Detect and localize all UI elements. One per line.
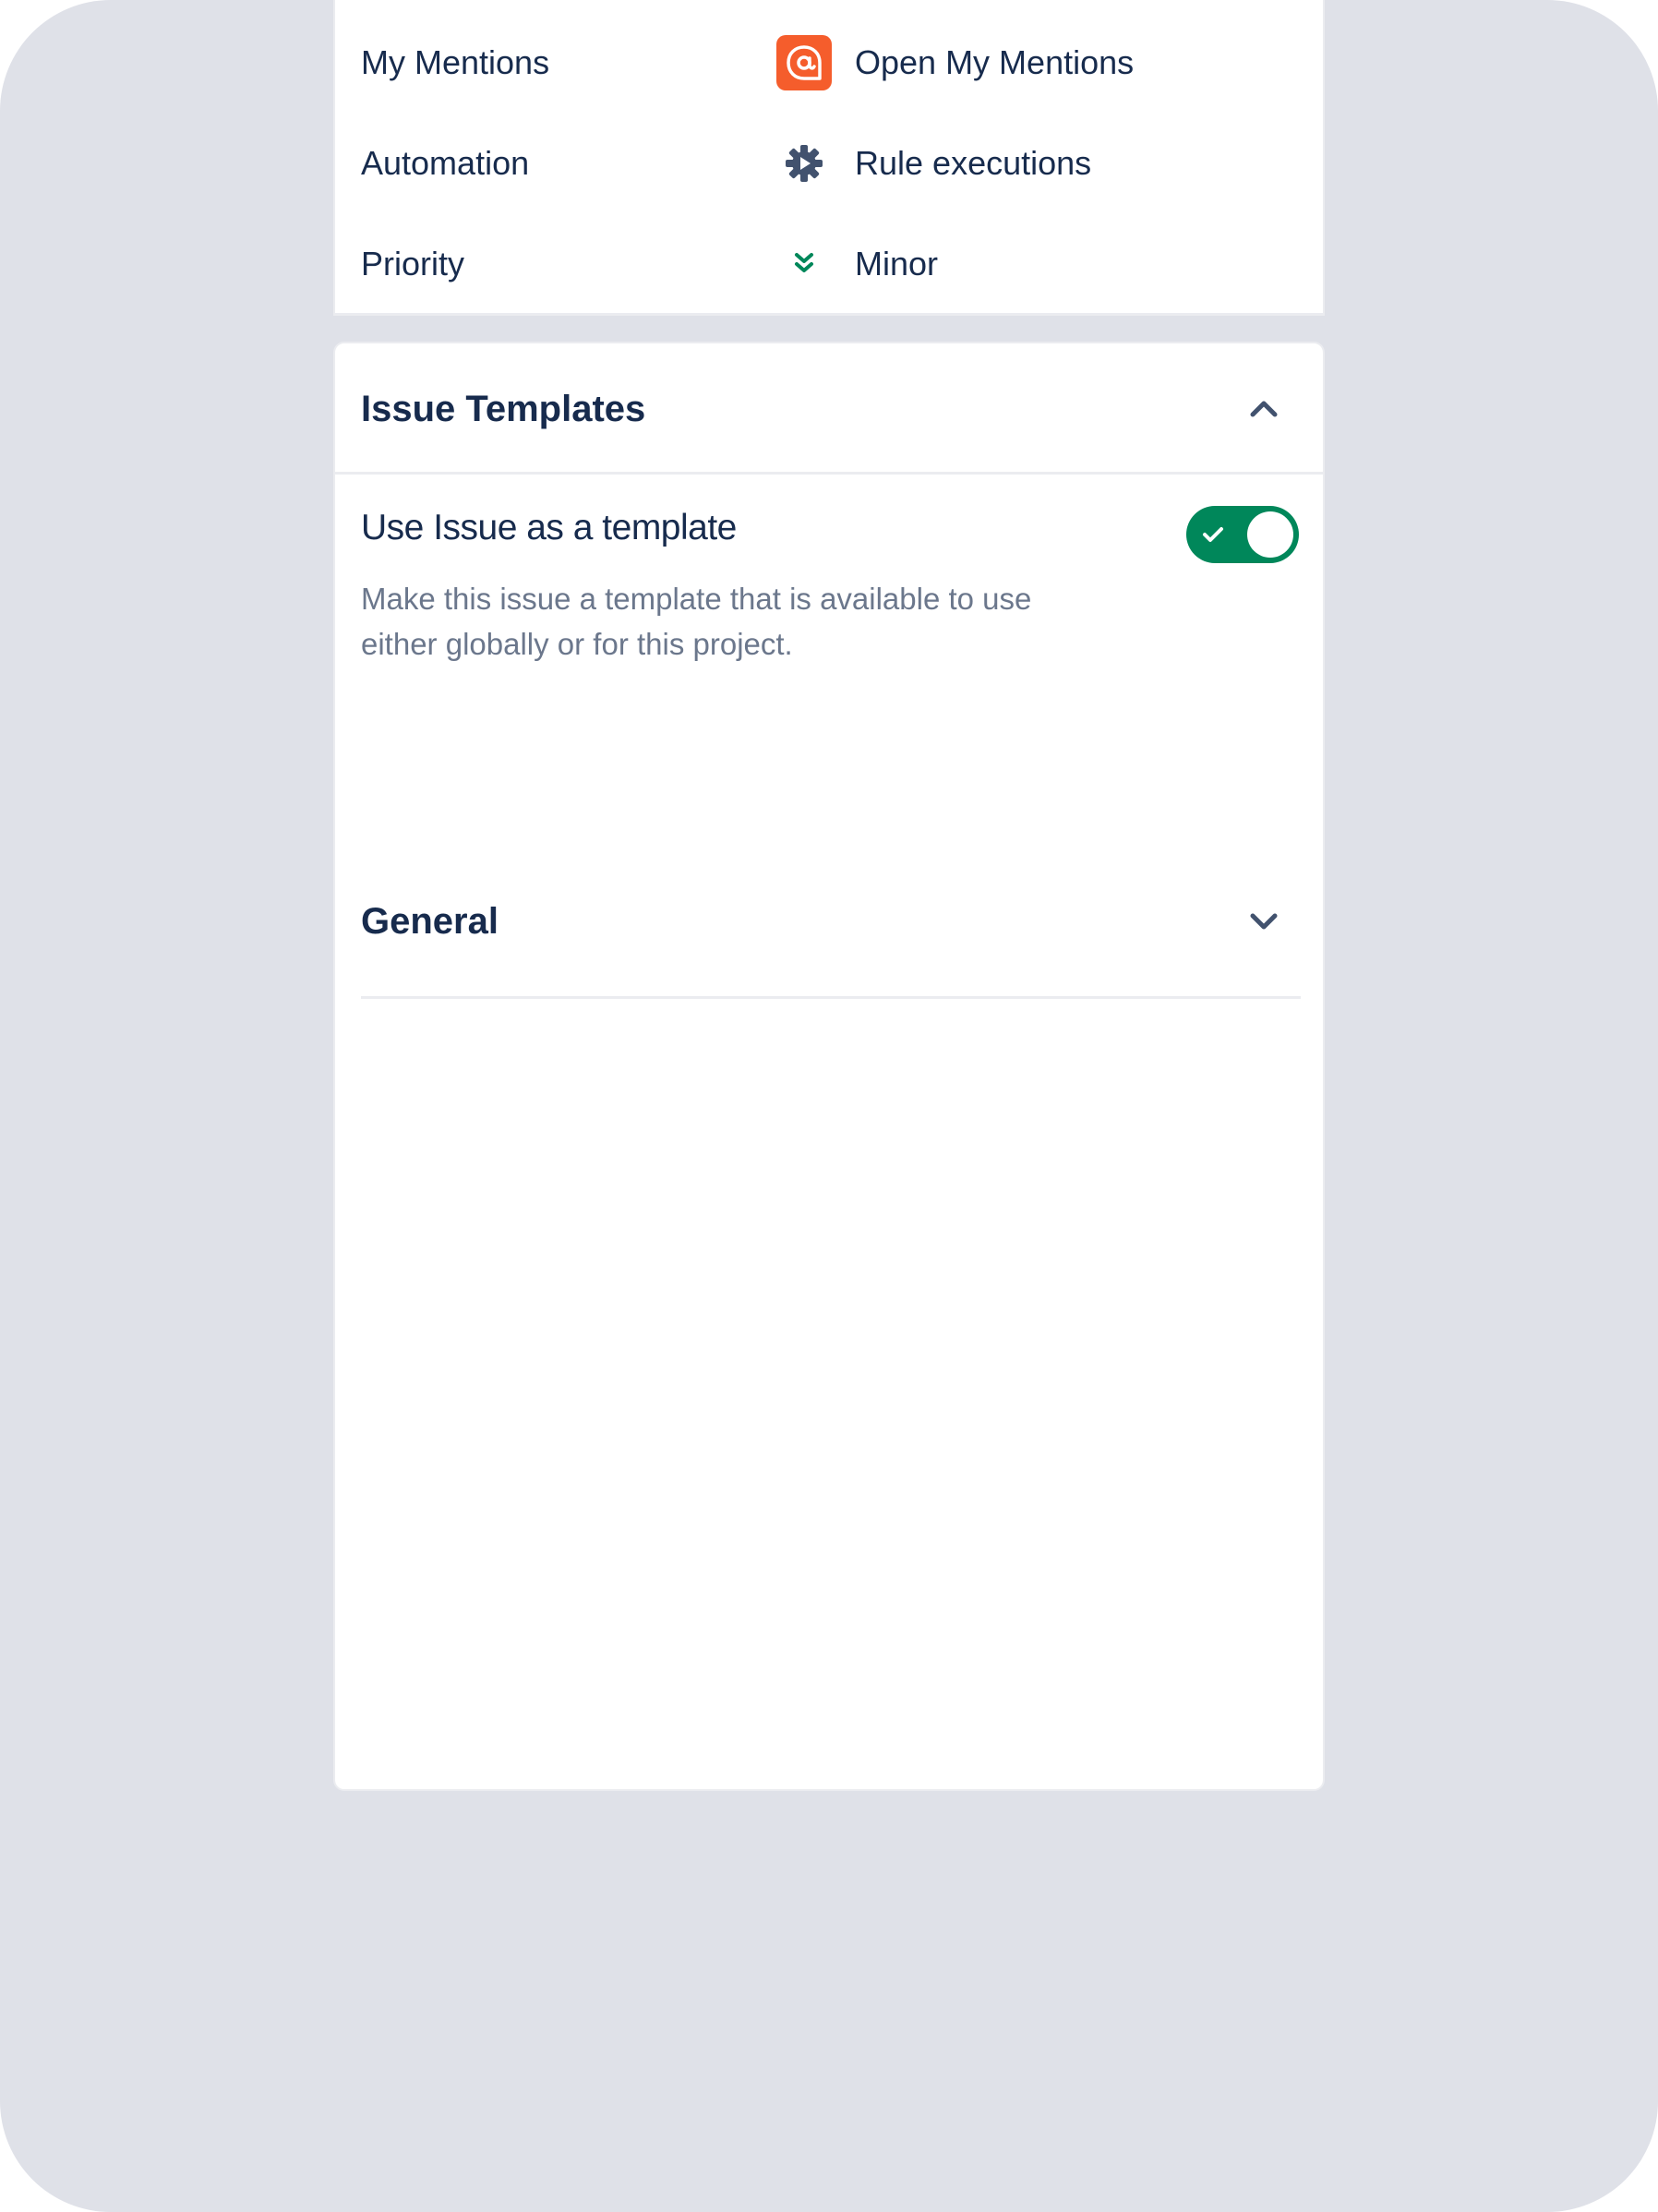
section-general[interactable]: General [361, 844, 1301, 999]
issue-templates-header[interactable]: Issue Templates [335, 343, 1323, 475]
use-as-template-label: Use Issue as a template [361, 508, 737, 547]
chevron-down-icon[interactable] [1242, 899, 1286, 944]
field-label-my-mentions: My Mentions [361, 43, 550, 81]
issue-templates-title: Issue Templates [361, 389, 646, 429]
priority-minor-icon [776, 236, 832, 292]
rule-executions-link[interactable]: Rule executions [855, 126, 1091, 200]
field-row-my-mentions: My Mentions Open My Mentions [335, 26, 1323, 100]
check-icon [1203, 527, 1223, 542]
mentions-app-icon [776, 35, 832, 90]
priority-value[interactable]: Minor [855, 227, 938, 301]
issue-details-panel: My Mentions Open My Mentions Automation [333, 0, 1325, 316]
field-row-priority: Priority Minor [335, 227, 1323, 301]
open-my-mentions-link[interactable]: Open My Mentions [855, 26, 1134, 100]
field-label-automation: Automation [361, 144, 530, 182]
issue-templates-card: Issue Templates Use Issue as a template … [333, 342, 1325, 1791]
section-title-general: General [361, 901, 499, 942]
use-as-template-toggle[interactable] [1186, 506, 1299, 563]
use-as-template-description: Make this issue a template that is avail… [361, 582, 1032, 661]
chevron-up-icon[interactable] [1242, 387, 1286, 431]
toggle-knob [1247, 511, 1293, 558]
gear-icon [776, 136, 832, 191]
field-label-priority: Priority [361, 245, 465, 283]
screen-background: My Mentions Open My Mentions Automation [0, 0, 1658, 2212]
field-row-automation: Automation Rule executions [335, 126, 1323, 200]
